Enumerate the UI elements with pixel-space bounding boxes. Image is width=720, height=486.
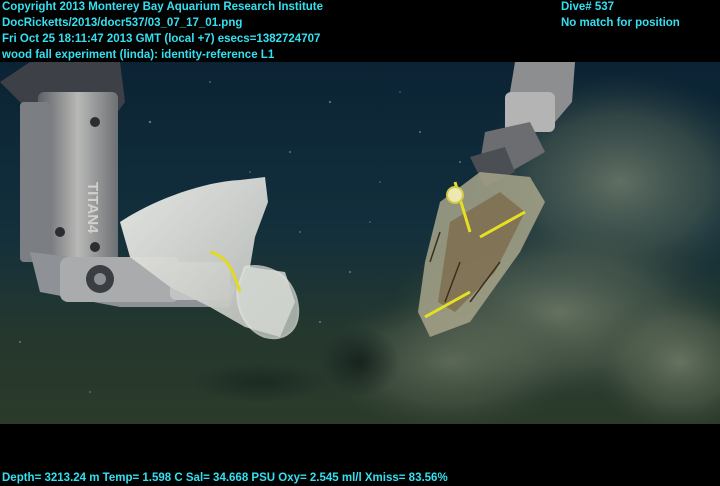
video-overlay-footer: Depth= 3213.24 m Temp= 1.598 C Sal= 34.6… [2, 470, 448, 486]
file-path-line: DocRicketts/2013/docr537/03_07_17_01.png [2, 17, 243, 29]
video-overlay-header-right: Dive# 537 No match for position [561, 0, 680, 31]
underwater-scene: TITAN4 [0, 62, 720, 424]
position-status: No match for position [561, 17, 680, 29]
video-overlay-header-left: Copyright 2013 Monterey Bay Aquarium Res… [2, 0, 323, 63]
timestamp-line: Fri Oct 25 18:11:47 2013 GMT (local +7) … [2, 33, 321, 45]
copyright-line: Copyright 2013 Monterey Bay Aquarium Res… [2, 1, 324, 13]
experiment-line: wood fall experiment (linda): identity-r… [2, 49, 275, 61]
dive-number: Dive# 537 [561, 1, 615, 13]
titan-logo: TITAN4 [84, 182, 101, 234]
seafloor-shadow [320, 327, 400, 397]
telemetry-line: Depth= 3213.24 m Temp= 1.598 C Sal= 34.6… [2, 472, 448, 484]
